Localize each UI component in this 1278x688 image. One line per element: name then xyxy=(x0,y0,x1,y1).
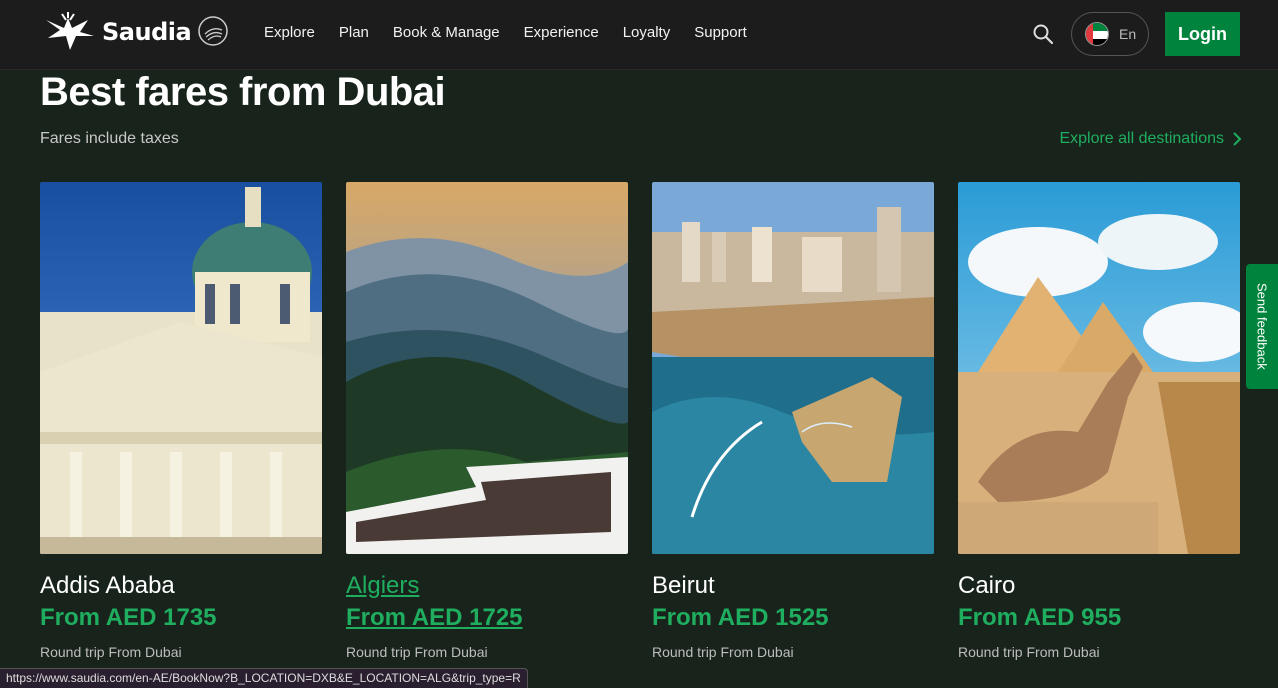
nav-loyalty[interactable]: Loyalty xyxy=(623,24,671,41)
explore-link-label: Explore all destinations xyxy=(1059,130,1224,147)
destination-card-algiers[interactable]: Algiers From AED 1725 Round trip From Du… xyxy=(346,182,628,660)
card-price: From AED 955 xyxy=(958,604,1122,631)
cairo-image xyxy=(958,182,1240,554)
login-button[interactable]: Login xyxy=(1165,12,1240,56)
fares-subtitle: Fares include taxes xyxy=(40,130,179,147)
nav-plan[interactable]: Plan xyxy=(339,24,369,41)
card-trip-type: Round trip From Dubai xyxy=(346,644,488,660)
uae-flag-icon xyxy=(1085,22,1109,46)
card-price: From AED 1725 xyxy=(346,604,523,631)
explore-all-destinations-link[interactable]: Explore all destinations xyxy=(1059,130,1242,148)
card-price: From AED 1735 xyxy=(40,604,217,631)
destination-card-beirut[interactable]: Beirut From AED 1525 Round trip From Dub… xyxy=(652,182,934,660)
search-icon[interactable] xyxy=(1031,22,1055,46)
send-feedback-tab[interactable]: Send feedback xyxy=(1246,264,1278,389)
navbar: Saudia Explore Plan Book & Manage Experi… xyxy=(0,0,1278,70)
skyteam-icon xyxy=(198,16,228,46)
nav-support[interactable]: Support xyxy=(694,24,747,41)
main-nav: Explore Plan Book & Manage Experience Lo… xyxy=(264,24,747,41)
language-selector[interactable]: En xyxy=(1071,12,1149,56)
browser-status-url: https://www.saudia.com/en-AE/BookNow?B_L… xyxy=(0,668,528,688)
nav-experience[interactable]: Experience xyxy=(524,24,599,41)
saudia-logo-icon xyxy=(46,12,94,50)
destination-card-addis-ababa[interactable]: Addis Ababa From AED 1735 Round trip Fro… xyxy=(40,182,322,660)
addis-ababa-image xyxy=(40,182,322,554)
card-trip-type: Round trip From Dubai xyxy=(958,644,1100,660)
brand-name: Saudia xyxy=(102,18,192,46)
card-city: Beirut xyxy=(652,572,715,599)
language-label: En xyxy=(1119,26,1137,42)
section-title: Best fares from Dubai xyxy=(40,70,446,114)
nav-book-manage[interactable]: Book & Manage xyxy=(393,24,500,41)
algiers-image xyxy=(346,182,628,554)
card-city: Addis Ababa xyxy=(40,572,175,599)
beirut-image xyxy=(652,182,934,554)
nav-explore[interactable]: Explore xyxy=(264,24,315,41)
card-trip-type: Round trip From Dubai xyxy=(40,644,182,660)
card-trip-type: Round trip From Dubai xyxy=(652,644,794,660)
chevron-right-icon xyxy=(1233,132,1242,146)
card-city: Cairo xyxy=(958,572,1016,599)
card-city: Algiers xyxy=(346,572,420,599)
saudia-logo[interactable]: Saudia xyxy=(40,12,192,52)
card-price: From AED 1525 xyxy=(652,604,829,631)
destination-card-cairo[interactable]: Cairo From AED 955 Round trip From Dubai xyxy=(958,182,1240,660)
feedback-label: Send feedback xyxy=(1254,283,1270,370)
